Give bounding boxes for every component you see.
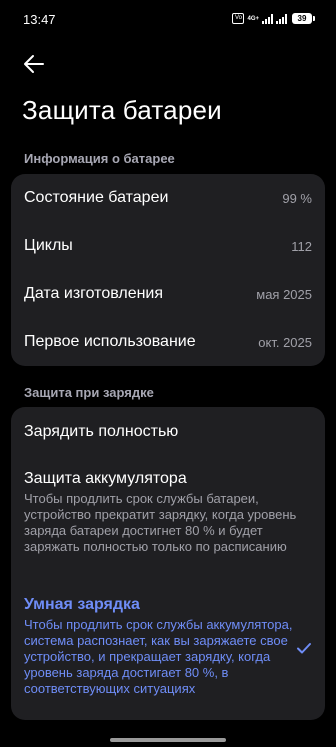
info-row-first-use[interactable]: Первое использование окт. 2025 bbox=[11, 318, 325, 366]
status-icons: Vo 4G+ 39 bbox=[232, 13, 315, 24]
volte-icon: Vo bbox=[232, 13, 245, 24]
info-label: Первое использование bbox=[24, 333, 196, 350]
section-label-charging-protection: Защита при зарядке bbox=[24, 385, 154, 400]
option-description: Чтобы продлить срок службы батареи, устр… bbox=[24, 491, 297, 554]
battery-icon: 39 bbox=[292, 13, 315, 24]
signal-icon-2 bbox=[276, 13, 287, 24]
info-row-manufacture-date[interactable]: Дата изготовления мая 2025 bbox=[11, 270, 325, 318]
info-row-health[interactable]: Состояние батареи 99 % bbox=[11, 174, 325, 222]
info-label: Дата изготовления bbox=[24, 285, 164, 302]
arrow-left-icon bbox=[24, 55, 44, 73]
option-title: Защита аккумулятора bbox=[24, 470, 187, 487]
page-title: Защита батареи bbox=[22, 95, 222, 125]
option-full-charge[interactable]: Зарядить полностью bbox=[24, 423, 314, 441]
info-value: 99 % bbox=[282, 190, 312, 206]
info-label: Циклы bbox=[24, 237, 73, 254]
status-bar: 13:47 Vo 4G+ 39 bbox=[0, 0, 336, 40]
option-battery-protection[interactable]: Защита аккумулятора Чтобы продлить срок … bbox=[24, 470, 314, 555]
network-type: 4G+ bbox=[247, 15, 259, 22]
info-value: мая 2025 bbox=[256, 286, 312, 302]
option-description: Чтобы продлить срок службы аккумулятора,… bbox=[24, 617, 293, 696]
option-smart-charging[interactable]: Умная зарядка Чтобы продлить срок службы… bbox=[24, 596, 294, 697]
home-indicator[interactable] bbox=[110, 738, 226, 742]
info-value: 112 bbox=[291, 238, 312, 254]
battery-info-card: Состояние батареи 99 % Циклы 112 Дата из… bbox=[11, 174, 325, 366]
section-label-battery-info: Информация о батарее bbox=[24, 151, 175, 166]
signal-icon bbox=[262, 13, 273, 24]
back-button[interactable] bbox=[20, 50, 48, 78]
info-label: Состояние батареи bbox=[24, 189, 169, 206]
status-time: 13:47 bbox=[23, 12, 56, 27]
info-row-cycles[interactable]: Циклы 112 bbox=[11, 222, 325, 270]
option-title: Умная зарядка bbox=[24, 596, 140, 613]
checkmark-icon bbox=[297, 643, 311, 654]
option-title: Зарядить полностью bbox=[24, 423, 179, 440]
info-value: окт. 2025 bbox=[258, 334, 312, 350]
